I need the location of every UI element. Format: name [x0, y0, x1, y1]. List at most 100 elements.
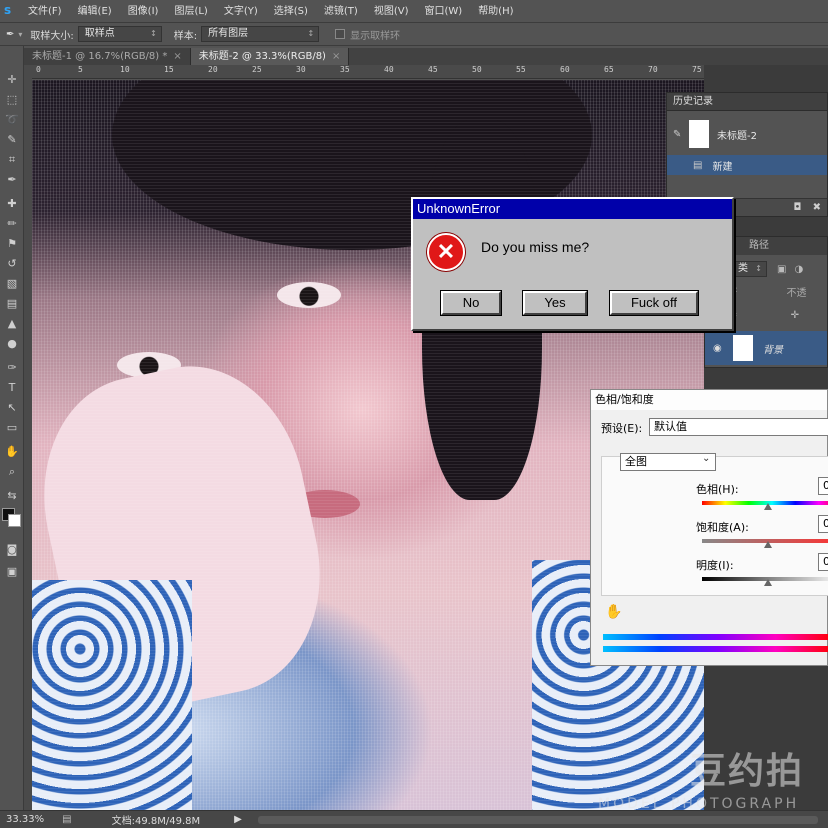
- document-tabs: 未标题-1 @ 16.7%(RGB/8) * × 未标题-2 @ 33.3%(RG…: [24, 48, 828, 65]
- eraser-tool-icon[interactable]: ▧: [3, 276, 21, 292]
- tab-label: 未标题-2 @ 33.3%(RGB/8): [198, 51, 326, 62]
- app-logo: s: [4, 2, 12, 17]
- watermark-logo: 豆约拍: [690, 751, 805, 792]
- blur-tool-icon[interactable]: ▲: [3, 316, 21, 332]
- history-panel-title[interactable]: 历史记录: [667, 93, 827, 111]
- ruler-tick: 20: [208, 65, 218, 74]
- menu-edit[interactable]: 编辑(E): [70, 2, 120, 17]
- brush-tool-icon[interactable]: ✏: [3, 216, 21, 232]
- tool-preset-arrow-icon[interactable]: ▾: [18, 30, 22, 39]
- dodge-tool-icon[interactable]: ●: [3, 336, 21, 352]
- menu-help[interactable]: 帮助(H): [470, 2, 521, 17]
- color-bar-bottom: [603, 646, 828, 652]
- opacity-label: 不透: [786, 287, 807, 299]
- status-menu-arrow-icon[interactable]: ▶: [234, 814, 242, 825]
- ruler-tick: 30: [296, 65, 306, 74]
- color-bar-top: [603, 634, 828, 640]
- hand-tool-icon[interactable]: ✋: [3, 444, 21, 460]
- close-icon[interactable]: ×: [332, 51, 340, 62]
- heal-tool-icon[interactable]: ✚: [3, 196, 21, 212]
- pen-tool-icon[interactable]: ✑: [3, 360, 21, 376]
- ruler-tick: 5: [78, 65, 83, 74]
- lightness-slider-knob[interactable]: [764, 579, 772, 586]
- photo-eye-right: [277, 282, 341, 308]
- history-item-new[interactable]: ▤ 新建: [667, 155, 827, 175]
- tab-untitled-2[interactable]: 未标题-2 @ 33.3%(RGB/8) ×: [190, 48, 350, 65]
- snapshot-label: 未标题-2: [717, 130, 757, 142]
- menu-select[interactable]: 选择(S): [266, 2, 316, 17]
- menu-bar: s 文件(F) 编辑(E) 图像(I) 图层(L) 文字(Y) 选择(S) 滤镜…: [0, 0, 828, 19]
- swap-colors-icon[interactable]: ⇆: [3, 488, 21, 504]
- close-icon[interactable]: ×: [173, 51, 181, 62]
- path-select-icon[interactable]: ↖: [3, 400, 21, 416]
- trash-icon[interactable]: ✖: [813, 202, 821, 213]
- menu-view[interactable]: 视图(V): [366, 2, 417, 17]
- layer-kind-select[interactable]: 类: [731, 261, 767, 277]
- saturation-slider-knob[interactable]: [764, 541, 772, 548]
- move-lock-icon[interactable]: ✛: [791, 310, 799, 321]
- eyedropper-icon[interactable]: ✒: [6, 29, 14, 40]
- saturation-value-field[interactable]: 0: [818, 515, 828, 533]
- error-dialog-title[interactable]: UnknownError: [413, 199, 732, 219]
- tab-untitled-1[interactable]: 未标题-1 @ 16.7%(RGB/8) * ×: [24, 48, 191, 65]
- crop-tool-icon[interactable]: ⌗: [3, 152, 21, 168]
- pixel-filter-icon[interactable]: ▣: [777, 264, 786, 275]
- ruler-tick: 35: [340, 65, 350, 74]
- zoom-level[interactable]: 33.33%: [6, 814, 44, 825]
- show-ring-checkbox[interactable]: [335, 29, 346, 39]
- eyedropper-tool-icon[interactable]: ✒: [3, 172, 21, 188]
- menu-image[interactable]: 图像(I): [120, 2, 167, 17]
- chevron-down-icon[interactable]: ⌄: [702, 453, 710, 464]
- document-icon: ▤: [693, 159, 703, 171]
- copy-icon[interactable]: ▤: [62, 814, 71, 825]
- gradient-tool-icon[interactable]: ▤: [3, 296, 21, 312]
- background-color-swatch[interactable]: [8, 514, 21, 527]
- menu-filter[interactable]: 滤镜(T): [316, 2, 366, 17]
- horizontal-scrollbar[interactable]: [257, 815, 818, 824]
- lasso-tool-icon[interactable]: ➰: [3, 112, 21, 128]
- no-button[interactable]: No: [440, 290, 502, 316]
- history-item-label: 新建: [712, 161, 733, 173]
- shape-tool-icon[interactable]: ▭: [3, 420, 21, 436]
- ruler-tick: 0: [36, 65, 41, 74]
- hue-value-field[interactable]: 0: [818, 477, 828, 495]
- watermark-subtext: MODEL PHOTOGRAPH: [598, 796, 800, 812]
- brush-source-icon[interactable]: ✎: [673, 129, 681, 140]
- photo-lips: [290, 490, 360, 518]
- tab-paths[interactable]: 路径: [741, 237, 777, 255]
- sample-select[interactable]: 所有图层: [201, 26, 320, 42]
- preset-select[interactable]: 默认值: [649, 418, 828, 436]
- menu-window[interactable]: 窗口(W): [416, 2, 470, 17]
- document-size: 文档:49.8M/49.8M: [111, 816, 201, 827]
- menu-type[interactable]: 文字(Y): [216, 2, 266, 17]
- move-tool-icon[interactable]: ✛: [3, 72, 21, 88]
- hue-slider-knob[interactable]: [764, 503, 772, 510]
- sample-size-select[interactable]: 取样点: [77, 26, 162, 42]
- yes-button[interactable]: Yes: [522, 290, 588, 316]
- history-snapshot[interactable]: ✎ 未标题-2: [667, 117, 827, 151]
- ruler-tick: 45: [428, 65, 438, 74]
- adjust-filter-icon[interactable]: ◑: [794, 264, 803, 275]
- screen-mode-icon[interactable]: ▣: [3, 564, 21, 580]
- vertical-ruler: [24, 65, 32, 810]
- quick-mask-icon[interactable]: ◙: [3, 542, 21, 558]
- zoom-tool-icon[interactable]: ⌕: [3, 464, 21, 480]
- options-bar: ✒ ▾ 取样大小: 取样点 样本: 所有图层 显示取样环: [0, 22, 828, 46]
- layer-row-background[interactable]: ◉ 背景: [705, 331, 827, 365]
- type-tool-icon[interactable]: T: [3, 380, 21, 396]
- error-message: Do you miss me?: [481, 239, 590, 255]
- stamp-tool-icon[interactable]: ⚑: [3, 236, 21, 252]
- quick-select-icon[interactable]: ✎: [3, 132, 21, 148]
- layer-thumbnail: [733, 335, 753, 361]
- fuck-off-button[interactable]: Fuck off: [609, 290, 699, 316]
- eye-icon[interactable]: ◉: [713, 343, 722, 354]
- snapshot-icon[interactable]: ◘: [794, 202, 802, 213]
- marquee-tool-icon[interactable]: ⬚: [3, 92, 21, 108]
- targeted-adjust-hand-icon[interactable]: ✋: [605, 604, 622, 620]
- ruler-tick: 10: [120, 65, 130, 74]
- menu-file[interactable]: 文件(F): [20, 2, 70, 17]
- hue-dialog-title[interactable]: 色相/饱和度: [591, 390, 827, 410]
- history-brush-icon[interactable]: ↺: [3, 256, 21, 272]
- menu-layer[interactable]: 图层(L): [166, 2, 215, 17]
- lightness-value-field[interactable]: 0: [818, 553, 828, 571]
